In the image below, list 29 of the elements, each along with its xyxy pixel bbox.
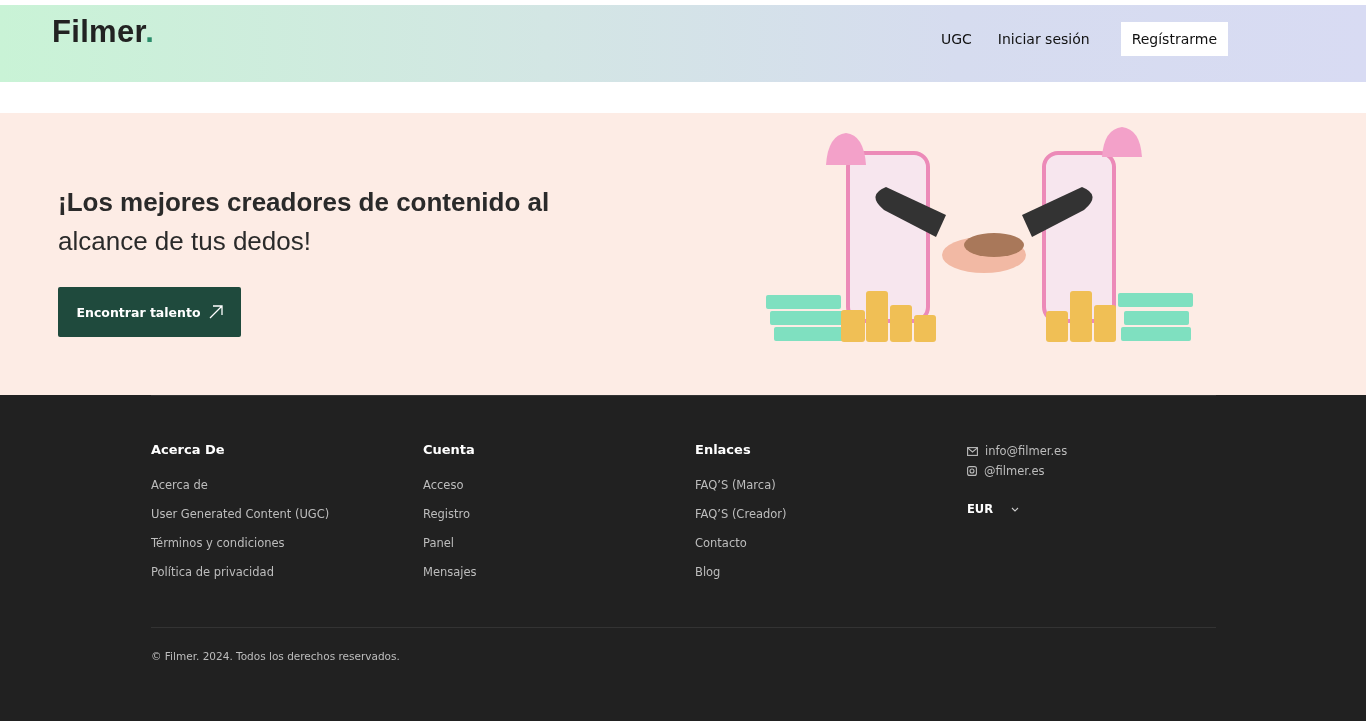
- footer-heading: Enlaces: [695, 442, 751, 457]
- footer-heading: Cuenta: [423, 442, 475, 457]
- footer-link[interactable]: Acerca de: [151, 471, 208, 500]
- footer-link[interactable]: FAQ’S (Marca): [695, 471, 776, 500]
- footer-link[interactable]: User Generated Content (UGC): [151, 500, 330, 529]
- footer-link[interactable]: Contacto: [695, 529, 747, 558]
- contact-link[interactable]: @filmer.es: [984, 464, 1045, 478]
- copyright-text: © Filmer. 2024. Todos los derechos reservados.: [151, 650, 401, 662]
- instagram-icon: [967, 466, 977, 476]
- find-talent-button[interactable]: Encontrar talento: [58, 287, 241, 337]
- footer-link[interactable]: FAQ’S (Creador): [695, 500, 787, 529]
- hero-heading: ¡Los mejores creadores de contenido al alcance de tus dedos!: [58, 186, 551, 258]
- logo[interactable]: Filmer.: [52, 14, 155, 50]
- currency-dropdown[interactable]: EUR: [967, 502, 1020, 516]
- footer-link[interactable]: Panel: [423, 529, 455, 558]
- chevron-down-icon: [1011, 506, 1020, 512]
- footer-link[interactable]: Términos y condiciones: [151, 529, 285, 558]
- arrow-icon: [208, 305, 223, 319]
- register-button[interactable]: Regístrarme: [1120, 22, 1228, 56]
- footer-link[interactable]: Registro: [423, 500, 471, 529]
- footer-link[interactable]: Mensajes: [423, 558, 477, 587]
- contact-link[interactable]: info@filmer.es: [985, 444, 1068, 458]
- footer-link[interactable]: Blog: [695, 558, 721, 587]
- mail-icon: [967, 446, 978, 456]
- nav-link[interactable]: UGC: [940, 31, 972, 47]
- nav-link[interactable]: Iniciar sesión: [997, 31, 1090, 47]
- footer-link[interactable]: Acceso: [423, 471, 464, 500]
- footer-link[interactable]: Política de privacidad: [151, 558, 274, 587]
- footer-heading: Acerca De: [151, 442, 225, 457]
